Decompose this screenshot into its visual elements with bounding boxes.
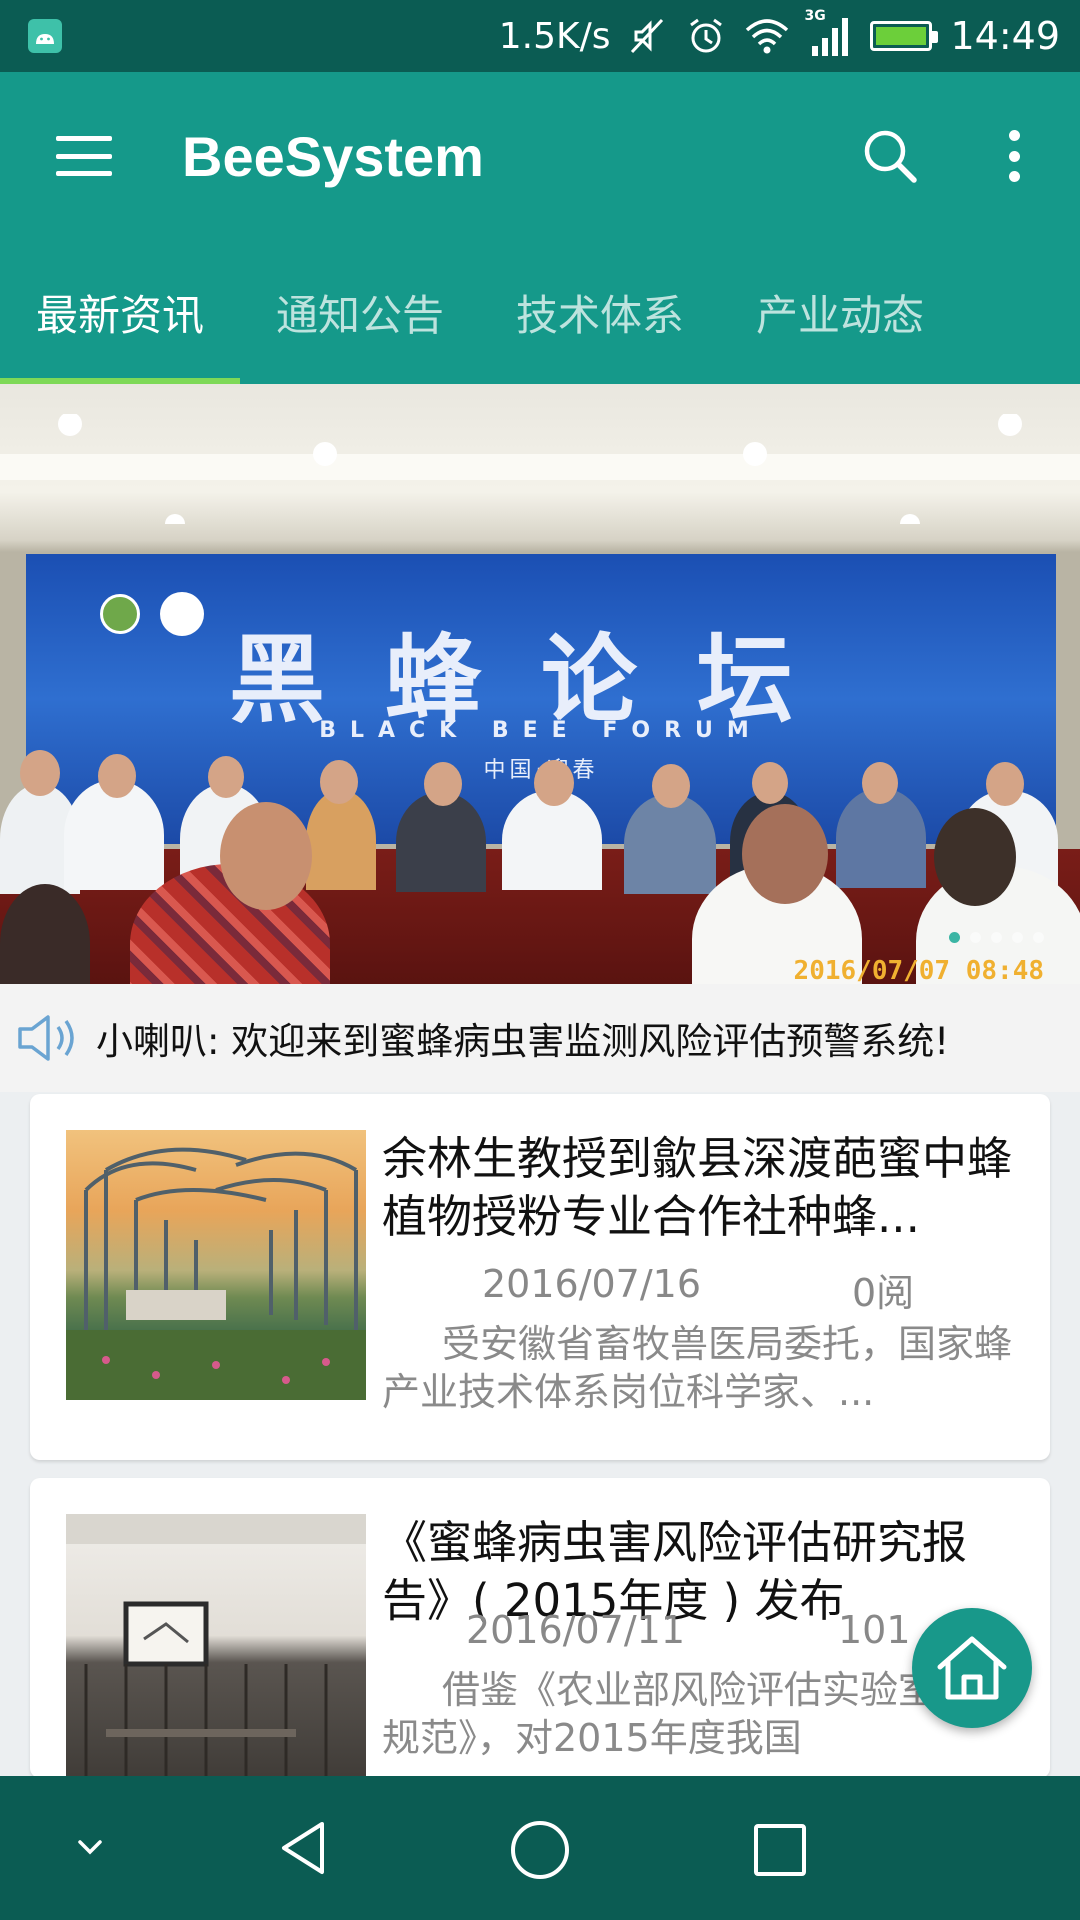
carousel-indicator [949, 932, 1044, 943]
back-icon[interactable] [274, 1818, 334, 1878]
menu-icon[interactable] [56, 136, 112, 176]
home-circle-icon[interactable] [508, 1818, 572, 1882]
tab-industry-news[interactable]: 产业动态 [720, 240, 960, 384]
status-bar: 1.5K/s 3G 14:49 [0, 0, 1080, 72]
notice-bar[interactable]: 小喇叭: 欢迎来到蜜蜂病虫害监测风险评估预警系统! [0, 984, 1080, 1092]
recents-icon[interactable] [752, 1822, 808, 1878]
clock: 14:49 [950, 14, 1060, 58]
backdrop-subtitle: BLACK BEE FORUM [319, 718, 763, 743]
alarm-icon [690, 18, 723, 53]
article-thumbnail [66, 1130, 366, 1400]
app-title: BeeSystem [182, 124, 484, 188]
article-date: 2016/07/16 [482, 1262, 702, 1306]
app-bar: BeeSystem [0, 72, 1080, 240]
search-icon[interactable] [860, 126, 920, 186]
home-icon [937, 1636, 1007, 1700]
article-summary: 受安徽省畜牧兽医局委托，国家蜂产业技术体系岗位科学家、... [382, 1322, 1013, 1414]
tab-latest-news[interactable]: 最新资讯 [0, 240, 240, 384]
network-speed: 1.5K/s [498, 15, 611, 57]
hide-keyboard-icon[interactable] [72, 1832, 108, 1862]
mute-icon [631, 18, 664, 54]
signal-icon: 3G [804, 8, 852, 58]
android-icon [28, 19, 62, 53]
article-title: 余林生教授到歙县深渡葩蜜中蜂植物授粉专业合作社种蜂... [382, 1132, 1013, 1243]
ceiling-lights [0, 414, 1080, 524]
article-card[interactable]: 《蜜蜂病虫害风险评估研究报告》( 2015年度 ) 发布 2016/07/11 … [30, 1478, 1050, 1778]
banner-carousel[interactable]: 黑蜂论坛 BLACK BEE FORUM 中国·迎春 2016/07/07 08… [0, 384, 1080, 984]
notice-text: 小喇叭: 欢迎来到蜜蜂病虫害监测风险评估预警系统! [96, 1020, 950, 1063]
home-fab[interactable] [912, 1608, 1032, 1728]
article-date: 2016/07/11 [466, 1608, 686, 1652]
article-read-count: 0阅 [852, 1271, 915, 1315]
article-card[interactable]: 余林生教授到歙县深渡葩蜜中蜂植物授粉专业合作社种蜂... 2016/07/16 … [30, 1094, 1050, 1460]
article-thumbnail [66, 1514, 366, 1778]
tab-announcements[interactable]: 通知公告 [240, 240, 480, 384]
navigation-bar [0, 1776, 1080, 1920]
tab-technical-system[interactable]: 技术体系 [480, 240, 720, 384]
article-read-count: 101 [838, 1608, 911, 1652]
wifi-icon [746, 19, 789, 54]
photo-timestamp: 2016/07/07 08:48 [793, 956, 1044, 984]
speaker-icon [18, 1015, 74, 1061]
battery-icon [870, 21, 939, 51]
more-vert-icon[interactable] [1004, 130, 1024, 182]
tab-bar: 最新资讯 通知公告 技术体系 产业动态 [0, 240, 1080, 384]
